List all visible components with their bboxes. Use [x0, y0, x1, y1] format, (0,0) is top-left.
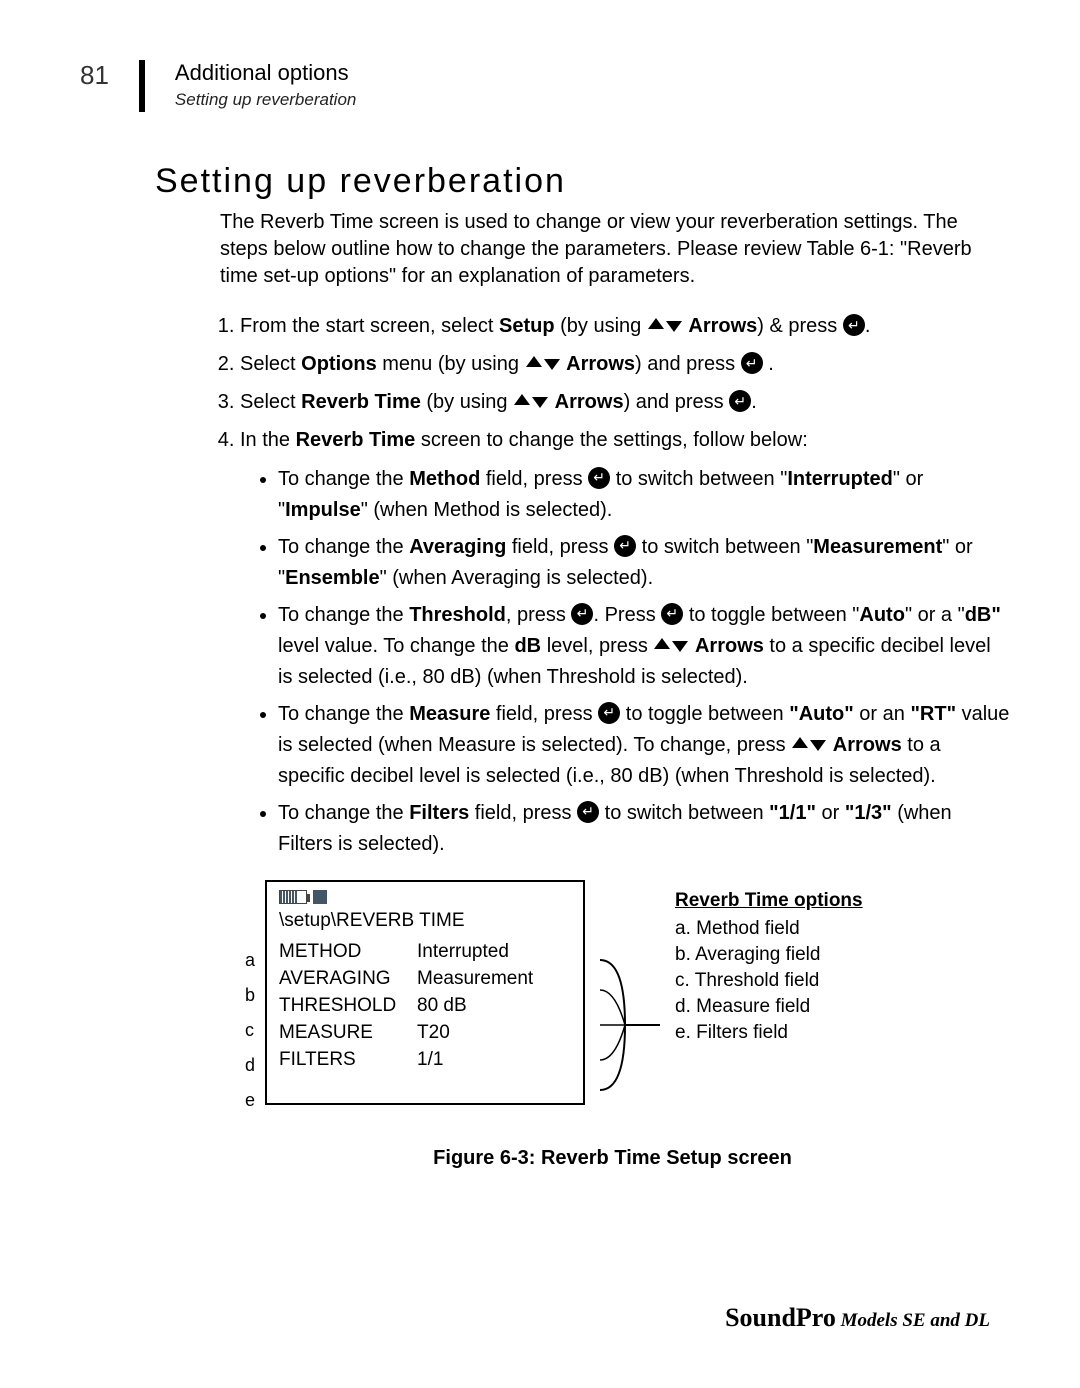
legend-item: e. Filters field [675, 1022, 863, 1044]
enter-icon: ↵ [741, 352, 763, 374]
legend-item: b. Averaging field [675, 944, 863, 966]
enter-icon: ↵ [614, 535, 636, 557]
row-measure: MEASURET20 [279, 1019, 571, 1046]
step-4: In the Reverb Time screen to change the … [240, 424, 1010, 860]
page-number: 81 [80, 60, 109, 91]
step-1: From the start screen, select Setup (by … [240, 310, 1010, 342]
label-a: a [245, 950, 255, 977]
bullet-filters: To change the Filters field, press ↵ to … [278, 798, 1010, 860]
bullet-averaging: To change the Averaging field, press ↵ t… [278, 532, 1010, 594]
header-title: Additional options [175, 60, 356, 86]
screen-status-bar [279, 890, 571, 904]
up-down-arrows-icon [647, 315, 683, 337]
footer: SoundPro Models SE and DL [725, 1303, 990, 1333]
row-method: METHODInterrupted [279, 938, 571, 965]
up-down-arrows-icon [791, 734, 827, 756]
enter-icon: ↵ [729, 390, 751, 412]
bullet-threshold: To change the Threshold, press ↵. Press … [278, 600, 1010, 693]
enter-icon: ↵ [843, 314, 865, 336]
content: Setting up reverberation The Reverb Time… [155, 162, 1010, 1170]
label-d: d [245, 1055, 255, 1082]
enter-icon: ↵ [588, 467, 610, 489]
screen-breadcrumb: \setup\REVERB TIME [279, 910, 571, 932]
enter-icon: ↵ [598, 702, 620, 724]
up-down-arrows-icon [513, 391, 549, 413]
header-text: Additional options Setting up reverberat… [175, 60, 356, 110]
substeps: To change the Method field, press ↵ to s… [268, 464, 1010, 860]
enter-icon: ↵ [577, 801, 599, 823]
legend-item: a. Method field [675, 918, 863, 940]
row-filters: FILTERS1/1 [279, 1046, 571, 1073]
legend-item: d. Measure field [675, 996, 863, 1018]
legend-item: c. Threshold field [675, 970, 863, 992]
stop-icon [313, 890, 327, 904]
enter-icon: ↵ [571, 603, 593, 625]
enter-icon: ↵ [661, 603, 683, 625]
device-screen: \setup\REVERB TIME METHODInterrupted AVE… [265, 880, 585, 1105]
label-c: c [245, 1020, 255, 1047]
callout-connector-icon [595, 935, 665, 1115]
row-threshold: THRESHOLD80 dB [279, 992, 571, 1019]
bullet-method: To change the Method field, press ↵ to s… [278, 464, 1010, 526]
figure-caption: Figure 6-3: Reverb Time Setup screen [215, 1147, 1010, 1170]
up-down-arrows-icon [525, 353, 561, 375]
header-subtitle: Setting up reverberation [175, 90, 356, 110]
bullet-measure: To change the Measure field, press ↵ to … [278, 699, 1010, 792]
section-title: Setting up reverberation [155, 162, 1010, 201]
intro-paragraph: The Reverb Time screen is used to change… [220, 209, 1010, 290]
legend-title: Reverb Time options [675, 890, 863, 912]
model-text: Models SE and DL [836, 1310, 990, 1331]
row-labels: a b c d e [245, 950, 255, 1117]
label-e: e [245, 1090, 255, 1117]
steps-list: From the start screen, select Setup (by … [210, 310, 1010, 860]
up-down-arrows-icon [653, 635, 689, 657]
legend-list: a. Method field b. Averaging field c. Th… [675, 918, 863, 1044]
row-averaging: AVERAGINGMeasurement [279, 965, 571, 992]
step-2: Select Options menu (by using Arrows) an… [240, 348, 1010, 380]
label-b: b [245, 985, 255, 1012]
legend: Reverb Time options a. Method field b. A… [675, 890, 863, 1048]
step-3: Select Reverb Time (by using Arrows) and… [240, 386, 1010, 418]
header-divider [139, 60, 145, 112]
figure-area: a b c d e \setup\REVERB TIME METHODInter… [245, 880, 1010, 1117]
page-header: 81 Additional options Setting up reverbe… [80, 60, 1010, 112]
battery-icon [279, 890, 307, 904]
brand-name: SoundPro [725, 1303, 836, 1332]
